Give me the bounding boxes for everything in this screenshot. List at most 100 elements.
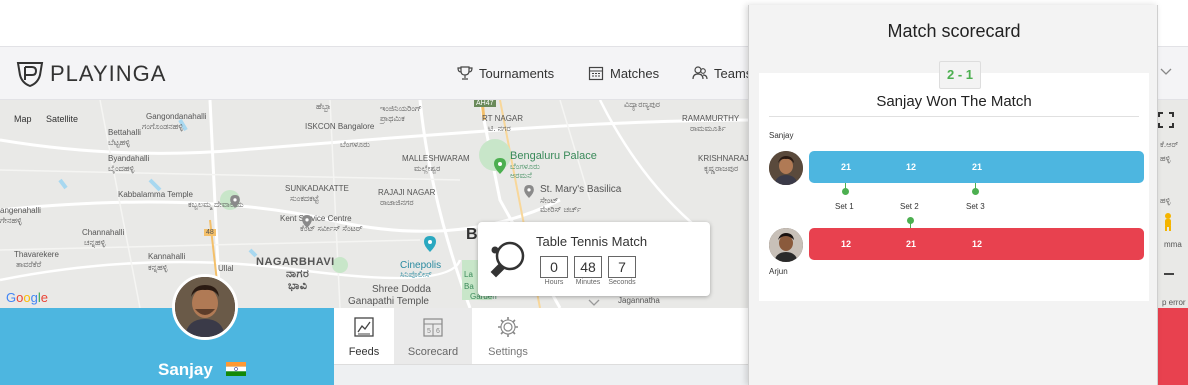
nav-tournaments-label: Tournaments [479, 65, 555, 81]
set2-label: Set 2 [900, 202, 919, 211]
map-label: p error [1162, 298, 1186, 307]
profile-tabs: Feeds 56 Scorecard Settings [334, 308, 784, 365]
map-pin-icon [230, 195, 240, 208]
map-label: ಕೃಷ್ಣರಾಜಪುರ [704, 164, 739, 173]
map-label: Channahalli [82, 228, 125, 237]
map-label: ಹಳ್ಳಿ [1160, 154, 1171, 163]
svg-text:6: 6 [436, 328, 440, 335]
map-label: ಇಂಜಿನಿಯರಿಂಗ್ [380, 104, 422, 113]
map-pin-icon [524, 185, 534, 198]
google-logo: Google [6, 290, 48, 305]
tab-settings[interactable]: Settings [472, 308, 544, 364]
final-score: 2 - 1 [939, 61, 981, 89]
map-label: ಗೇನಹಳ್ಳಿ [0, 216, 22, 225]
svg-text:5: 5 [427, 328, 431, 335]
timer-minutes-value: 48 [574, 256, 602, 278]
tab-settings-label: Settings [488, 346, 528, 358]
timer-minutes: 48 Minutes [574, 256, 602, 286]
map-label: ಬೈಂದಹಳ್ಳಿ [108, 164, 135, 173]
map-label: Bengaluru Palace [510, 150, 597, 162]
map-label: ಬೆಟ್ಟಹಳ್ಳಿ [108, 138, 130, 147]
avatar[interactable] [172, 274, 238, 340]
map-label: B [466, 226, 478, 243]
map-label: ಕನ್ನಹಳ್ಳಿ [148, 263, 168, 272]
map-label: Kent Service Centre [280, 214, 352, 223]
player1-photo [769, 151, 803, 185]
map-label: ISKCON Bangalore [305, 122, 375, 131]
trophy-icon [457, 66, 473, 80]
map-label: NAGARBHAVI [256, 256, 335, 268]
timer-hours: 0 Hours [540, 256, 568, 286]
map-label: ಮಲ್ಲೇಶ್ವರ [414, 164, 441, 173]
set1-winner-dot [842, 188, 849, 195]
avatar-photo [175, 277, 235, 337]
team-icon [692, 66, 708, 80]
map-label: Byandahalli [108, 154, 150, 163]
tab-scorecard-label: Scorecard [407, 346, 459, 358]
map-label: RAMAMURTHY [682, 114, 740, 123]
map-label: ಹೆಬ್ಬಾ [316, 102, 332, 111]
scorecard-modal: Match scorecard 2 - 1 Sanjay Won The Mat… [748, 5, 1158, 385]
divider [769, 116, 1139, 117]
map-label: La [464, 270, 473, 279]
map-label: Ganapathi Temple [348, 296, 429, 307]
player2-set2-score: 21 [906, 239, 917, 249]
set3-winner-dot [972, 188, 979, 195]
map-label: ಗಂಗೊಂಡನಹಳ್ಳಿ [142, 122, 184, 131]
map-label: ವಿದ್ಯಾರಣ್ಯಪುರ [624, 100, 661, 109]
brand-logo[interactable]: PLAYINGA [16, 61, 166, 87]
set3-label: Set 3 [966, 202, 985, 211]
nav-matches[interactable]: Matches [588, 65, 659, 81]
calendar-icon [588, 66, 604, 81]
player2-avatar [769, 228, 803, 262]
map-label: RAJAJI NAGAR [378, 188, 436, 197]
map-type-satellite[interactable]: Satellite [46, 114, 78, 124]
nav-tournaments[interactable]: Tournaments [457, 65, 554, 81]
popup-title: Table Tennis Match [536, 234, 648, 249]
map-label: SUNKADAKATTE [285, 184, 349, 193]
map-label: ಸಿನಿಪೊಲೀಸ್ [400, 270, 432, 279]
modal-title: Match scorecard [887, 21, 1021, 41]
tab-feeds[interactable]: Feeds [334, 308, 394, 364]
shield-logo-icon [16, 62, 44, 87]
tab-scorecard[interactable]: 56 Scorecard [394, 308, 472, 364]
map-label: Bettahalli [108, 128, 141, 137]
map-pin-icon [302, 215, 312, 228]
player2-set1-score: 12 [841, 239, 852, 249]
map-label: Kannahalli [148, 252, 186, 261]
chevron-down-icon[interactable] [1160, 67, 1172, 77]
scorecard-card: 2 - 1 Sanjay Won The Match Sanjay 21 12 … [759, 61, 1149, 301]
pegman-icon[interactable] [1162, 212, 1174, 232]
map-type-map[interactable]: Map [14, 114, 32, 124]
map-label: ಪ್ರಾಥಮಿಕ [380, 114, 405, 123]
feeds-chart-icon [354, 317, 374, 337]
player2-set3-score: 12 [972, 239, 983, 249]
gear-icon [498, 317, 518, 337]
player1-name: Sanjay [769, 131, 794, 140]
match-result: Sanjay Won The Match [876, 93, 1032, 110]
map-label: ಚನ್ನಹಳ್ಳಿ [84, 238, 106, 247]
timer-hours-value: 0 [540, 256, 568, 278]
map-label: ಭಾವಿ [288, 280, 308, 292]
brand-name: PLAYINGA [50, 61, 167, 86]
match-popup[interactable]: Table Tennis Match 0 Hours 48 Minutes 7 … [478, 222, 710, 296]
timer-minutes-label: Minutes [575, 279, 601, 286]
tab-feeds-label: Feeds [348, 346, 380, 358]
map-label: ರಾಮಮೂರ್ತಿ [690, 124, 726, 133]
map-label: Ullal [218, 264, 234, 273]
nav-teams-label: Teams [714, 65, 753, 81]
map-label: ಕೆ.ಆರ್ [1160, 140, 1179, 149]
nav-teams[interactable]: Teams [692, 65, 752, 81]
map-pin-icon [424, 236, 436, 252]
timer-seconds-value: 7 [608, 256, 636, 278]
set2-stem [910, 221, 911, 228]
map-label: ಸುಂಕದಕಟ್ಟೆ [290, 194, 319, 203]
fullscreen-icon[interactable] [1158, 112, 1174, 128]
chevron-down-icon[interactable] [588, 298, 600, 308]
timer-hours-label: Hours [544, 279, 564, 286]
map-label: Thavarekere [14, 250, 59, 259]
player2-name: Arjun [769, 267, 788, 276]
map-label: mma [1164, 240, 1182, 249]
map-label: Jagannatha [618, 296, 660, 305]
zoom-out-icon[interactable] [1164, 272, 1174, 276]
